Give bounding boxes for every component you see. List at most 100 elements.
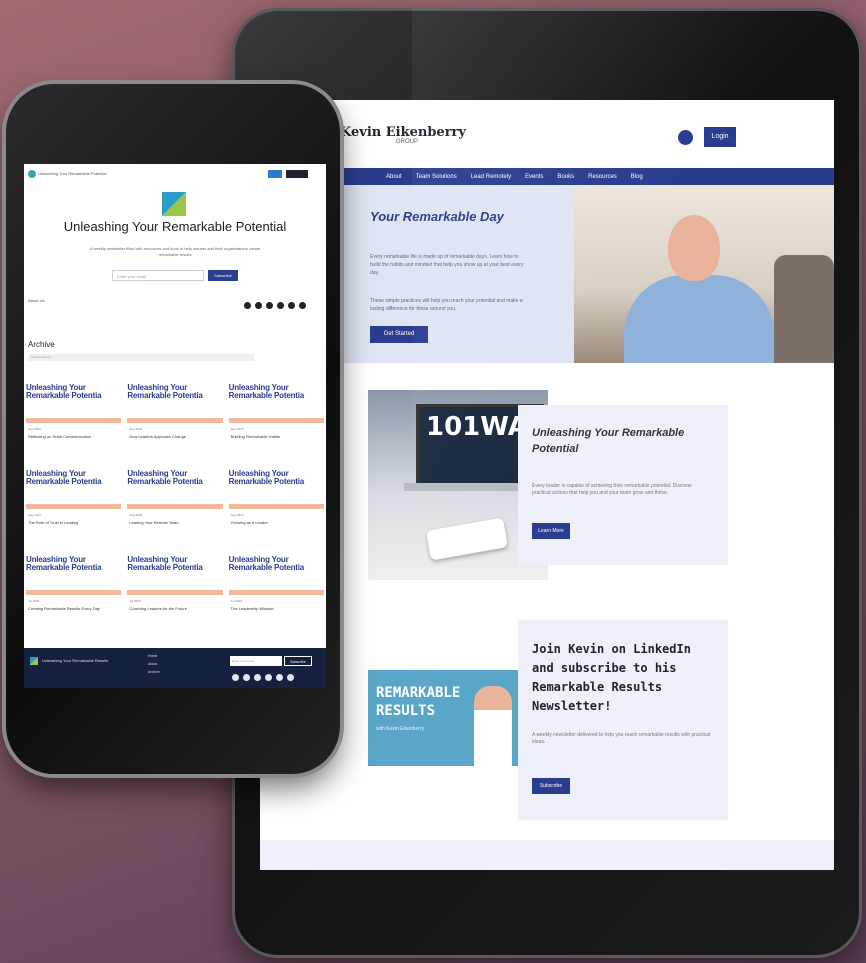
instagram-icon[interactable]	[277, 302, 284, 309]
subscribe-button[interactable]: Subscribe	[208, 270, 238, 281]
card-title: Reflecting on Team Communication	[28, 434, 92, 439]
subscribe-button[interactable]: Subscribe	[532, 778, 570, 794]
nav-item-resources[interactable]: Resources	[588, 174, 617, 180]
phone-image	[425, 517, 509, 561]
archive-card[interactable]: Unleashing Your Remarkable Potentia Sep 2…	[228, 384, 324, 470]
site-name[interactable]: Unleashing Your Remarkable Potential	[38, 171, 107, 176]
nav-item-about[interactable]: About	[386, 174, 402, 180]
tablet-screen: Kevin Eikenberry GROUP Login About Team …	[260, 100, 834, 870]
card-date: Aug 2023	[129, 513, 143, 517]
card-bar	[228, 418, 324, 423]
brand-sub: GROUP	[396, 139, 419, 145]
footer-subscribe-button[interactable]: Subscribe	[284, 656, 312, 666]
archive-search-input[interactable]: Search archive	[28, 354, 254, 361]
feature-card-text: Unleashing Your Remarkable Potential Eve…	[518, 405, 728, 565]
footer-link-archive[interactable]: Archive	[148, 668, 160, 676]
archive-card[interactable]: Unleashing Your Remarkable Potentia Jul 2…	[127, 556, 223, 642]
twitter-icon[interactable]	[243, 674, 250, 681]
archive-card[interactable]: Unleashing Your Remarkable Potentia Aug 2…	[228, 470, 324, 556]
footer-link-home[interactable]: Home	[148, 652, 160, 660]
footer-link-about[interactable]: About	[148, 660, 160, 668]
card-title: Growing as a Leader	[230, 520, 268, 525]
linkedin-icon[interactable]	[266, 302, 273, 309]
footer-name: Unleashing Your Remarkable Results	[42, 658, 109, 663]
hero-paragraph: Every remarkable life is made up of rema…	[370, 254, 524, 276]
brand-logo[interactable]: Kevin Eikenberry	[340, 125, 466, 140]
footer-links: Home About Archive	[148, 652, 160, 676]
phone-device: Unleashing Your Remarkable Potential Unl…	[6, 84, 340, 774]
nav-item-team-solutions[interactable]: Team Solutions	[416, 174, 457, 180]
nav-item-blog[interactable]: Blog	[631, 174, 643, 180]
remarkable-results-image: REMARKABLE RESULTS with Kevin Eikenberry	[368, 670, 518, 766]
footer-email-input[interactable]: Enter your email	[230, 656, 282, 666]
youtube-icon[interactable]	[288, 302, 295, 309]
card-title: Creating Remarkable Results Every Day	[28, 606, 100, 611]
site-header: Kevin Eikenberry GROUP Login	[260, 100, 834, 162]
card-header: Unleashing Your Remarkable Potentia	[26, 469, 102, 486]
card-title: The Role of Trust in Leading	[28, 520, 79, 525]
link-icon[interactable]	[299, 302, 306, 309]
card-bar	[26, 504, 122, 509]
facebook-icon[interactable]	[232, 674, 239, 681]
archive-card[interactable]: Unleashing Your Remarkable Potentia Aug 2…	[127, 469, 223, 556]
feature-card-linkedin: REMARKABLE RESULTS with Kevin Eikenberry…	[368, 620, 728, 820]
youtube-icon[interactable]	[276, 674, 283, 681]
card-title: Coaching Leaders for the Future	[129, 606, 187, 611]
email-input[interactable]: Enter your email	[112, 270, 204, 281]
card-bar	[26, 418, 122, 423]
hero-paragraph-2: These simple practices will help you rea…	[370, 298, 523, 312]
site-logo-icon[interactable]	[28, 170, 36, 178]
rr-person	[474, 686, 512, 766]
nav-item-books[interactable]: Books	[557, 174, 574, 180]
card-date: Sep 2023	[230, 427, 244, 431]
twitter-icon[interactable]	[255, 302, 262, 309]
nav-item-lead-remotely[interactable]: Lead Remotely	[471, 174, 511, 180]
archive-card[interactable]: Unleashing Your Remarkable Potentia Aug 2…	[26, 469, 122, 556]
linkedin-card-paragraph: A weekly newsletter delivered to help yo…	[532, 732, 711, 745]
archive-card[interactable]: Unleashing Your Remarkable Potentia Jul 2…	[26, 555, 122, 642]
login-button[interactable]: Login	[704, 127, 736, 147]
archive-card[interactable]: Unleashing Your Remarkable Potentia Jul 2…	[228, 555, 324, 642]
main-nav: About Team Solutions Lead Remotely Event…	[344, 168, 834, 185]
phone-subscribe-button[interactable]	[268, 170, 282, 178]
card-header: Unleashing Your Remarkable Potentia	[127, 469, 203, 486]
card-header: Unleashing Your Remarkable Potentia	[228, 555, 305, 572]
card-bar	[228, 504, 324, 509]
card-date: Jul 2023	[230, 599, 242, 603]
hero-photo	[574, 185, 834, 363]
phone-footer: Unleashing Your Remarkable Results Home …	[24, 648, 326, 688]
archive-heading: Archive	[28, 340, 55, 349]
about-label: About Us	[28, 298, 45, 303]
search-icon[interactable]	[678, 130, 693, 145]
card-header: Unleashing Your Remarkable Potentia	[26, 555, 102, 572]
photo-chair	[774, 255, 834, 363]
footer-social-links	[232, 674, 294, 681]
card-title: Leading Your Remote Team	[129, 520, 179, 525]
archive-card[interactable]: Unleashing Your Remarkable Potentia Sep 2…	[26, 383, 122, 470]
hero-button[interactable]: Get Started	[370, 326, 428, 343]
learn-more-button[interactable]: Learn More	[532, 523, 570, 539]
linkedin-icon[interactable]	[254, 674, 261, 681]
archive-grid: Unleashing Your Remarkable Potentia Sep 2…	[26, 384, 324, 642]
card-title: How Leaders Approach Change	[129, 434, 187, 439]
facebook-icon[interactable]	[244, 302, 251, 309]
feature-card-potential: 101WAYS Unleashing Your Remarkable Poten…	[368, 390, 728, 580]
link-icon[interactable]	[287, 674, 294, 681]
remarkable-results-text: REMARKABLE RESULTS	[376, 685, 461, 719]
phone-header: Unleashing Your Remarkable Potential	[24, 164, 326, 186]
photo-person-head	[668, 215, 720, 281]
archive-card[interactable]: Unleashing Your Remarkable Potentia Sep 2…	[127, 384, 223, 470]
linkedin-card-title: Join Kevin on LinkedIn and subscribe to …	[532, 642, 691, 713]
card-bar	[228, 590, 324, 595]
hero-section: Your Remarkable Day Every remarkable lif…	[344, 185, 834, 363]
photo-person-body	[624, 275, 774, 363]
nav-item-events[interactable]: Events	[525, 174, 543, 180]
card-header: Unleashing Your Remarkable Potentia	[26, 383, 102, 400]
instagram-icon[interactable]	[265, 674, 272, 681]
card-bar	[127, 590, 223, 595]
phone-login-button[interactable]	[286, 170, 308, 178]
card-date: Sep 2023	[28, 427, 41, 431]
linkedin-card-text: Join Kevin on LinkedIn and subscribe to …	[518, 620, 728, 820]
card-bar	[127, 418, 223, 423]
card-bar	[127, 504, 223, 509]
